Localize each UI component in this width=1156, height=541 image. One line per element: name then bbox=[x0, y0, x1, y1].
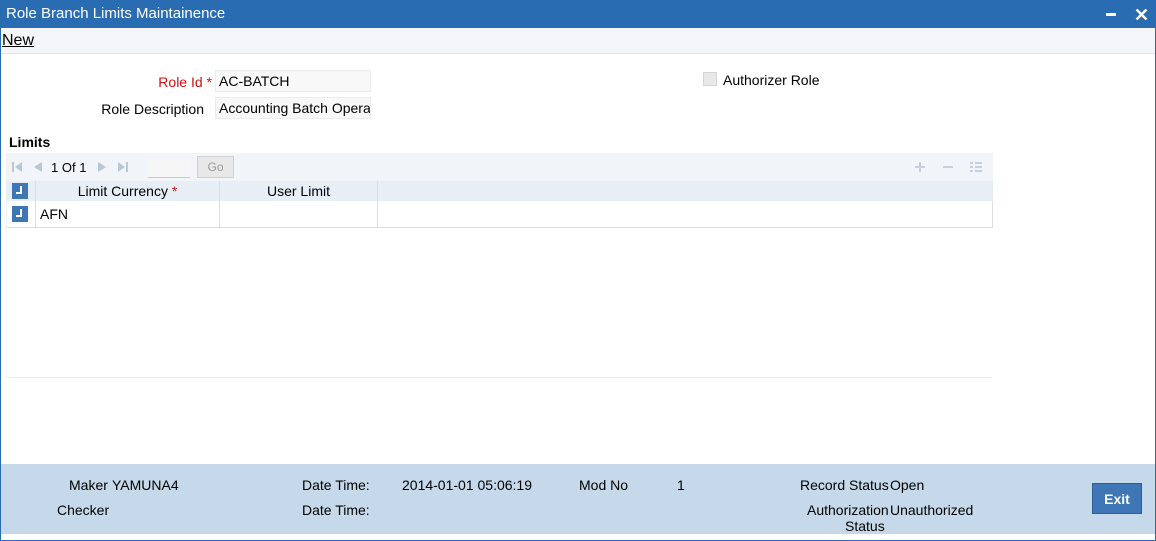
column-divider bbox=[219, 201, 220, 227]
limit-currency-cell[interactable]: AFN bbox=[40, 206, 218, 232]
total-pages: 1 bbox=[79, 160, 87, 175]
checker-label: Checker bbox=[57, 502, 110, 518]
single-view-icon bbox=[970, 162, 982, 172]
mod-no-label: Mod No bbox=[579, 477, 629, 493]
role-id-label-text: Role Id bbox=[158, 74, 203, 90]
column-header-user-limit[interactable]: User Limit bbox=[220, 183, 377, 203]
last-page-button[interactable] bbox=[116, 160, 130, 174]
authorizer-role-label: Authorizer Role bbox=[723, 72, 820, 88]
close-icon bbox=[1135, 8, 1147, 20]
window-titlebar: Role Branch Limits Maintainence bbox=[0, 0, 1156, 28]
page-indicator: 1 Of 1 bbox=[51, 160, 86, 175]
limits-section-title: Limits bbox=[9, 134, 51, 150]
record-status-value: Open bbox=[890, 477, 925, 493]
authorization-status-label: Authorization bbox=[807, 502, 889, 518]
check-icon bbox=[16, 208, 22, 217]
limits-grid: 1 Of 1 Go Limit Currency * User Limit AF… bbox=[6, 153, 993, 378]
delete-row-button[interactable] bbox=[940, 159, 956, 175]
maker-value: YAMUNA4 bbox=[112, 477, 179, 493]
last-page-icon bbox=[118, 162, 128, 172]
page-number-input[interactable] bbox=[148, 159, 190, 178]
add-row-icon bbox=[915, 162, 925, 172]
current-page: 1 bbox=[51, 160, 59, 175]
authorization-status-value: Unauthorized bbox=[890, 502, 974, 518]
go-button[interactable]: Go bbox=[197, 156, 234, 178]
maker-label: Maker bbox=[69, 477, 108, 493]
role-id-label: Role Id * bbox=[120, 74, 212, 90]
first-page-button[interactable] bbox=[10, 160, 24, 174]
grid-toolbar: 1 Of 1 Go bbox=[7, 153, 993, 181]
required-asterisk: * bbox=[206, 74, 212, 90]
limit-currency-header-text: Limit Currency bbox=[77, 183, 168, 199]
close-button[interactable] bbox=[1131, 4, 1151, 24]
next-page-icon bbox=[98, 162, 106, 172]
column-divider bbox=[377, 201, 378, 227]
minimize-button[interactable] bbox=[1101, 4, 1121, 24]
prev-page-icon bbox=[34, 162, 42, 172]
window-title: Role Branch Limits Maintainence bbox=[6, 5, 226, 22]
column-divider bbox=[377, 181, 378, 201]
audit-footer bbox=[1, 464, 1155, 534]
checker-date-time-label: Date Time: bbox=[302, 502, 370, 518]
exit-button[interactable]: Exit bbox=[1092, 483, 1142, 514]
next-page-button[interactable] bbox=[95, 160, 109, 174]
single-view-button[interactable] bbox=[968, 159, 984, 175]
prev-page-button[interactable] bbox=[31, 160, 45, 174]
check-icon bbox=[16, 185, 22, 194]
table-row[interactable]: AFN bbox=[7, 201, 993, 228]
page-of-label: Of bbox=[61, 160, 76, 175]
record-status-label: Record Status bbox=[800, 477, 889, 493]
column-divider bbox=[35, 201, 36, 227]
required-asterisk: * bbox=[171, 183, 178, 199]
minimize-icon bbox=[1106, 13, 1116, 16]
maker-date-time-value: 2014-01-01 05:06:19 bbox=[402, 477, 532, 493]
new-link[interactable]: New bbox=[2, 32, 34, 50]
select-all-checkbox[interactable] bbox=[12, 183, 28, 199]
role-description-field[interactable]: Accounting Batch Operati bbox=[215, 97, 371, 119]
maker-date-time-label: Date Time: bbox=[302, 477, 370, 493]
authorization-status-label-line2: Status bbox=[845, 518, 885, 534]
authorizer-role-checkbox[interactable] bbox=[703, 72, 717, 86]
toolbar: New bbox=[1, 28, 1155, 54]
add-row-button[interactable] bbox=[912, 159, 928, 175]
row-checkbox[interactable] bbox=[12, 206, 28, 222]
first-page-icon bbox=[12, 162, 22, 172]
column-header-limit-currency[interactable]: Limit Currency * bbox=[36, 183, 219, 203]
mod-no-value: 1 bbox=[677, 477, 685, 493]
role-description-label: Role Description bbox=[101, 101, 204, 117]
user-limit-cell[interactable] bbox=[223, 206, 375, 232]
role-id-field[interactable]: AC-BATCH bbox=[215, 70, 371, 92]
grid-header: Limit Currency * User Limit bbox=[7, 181, 993, 201]
delete-row-icon bbox=[943, 166, 953, 168]
